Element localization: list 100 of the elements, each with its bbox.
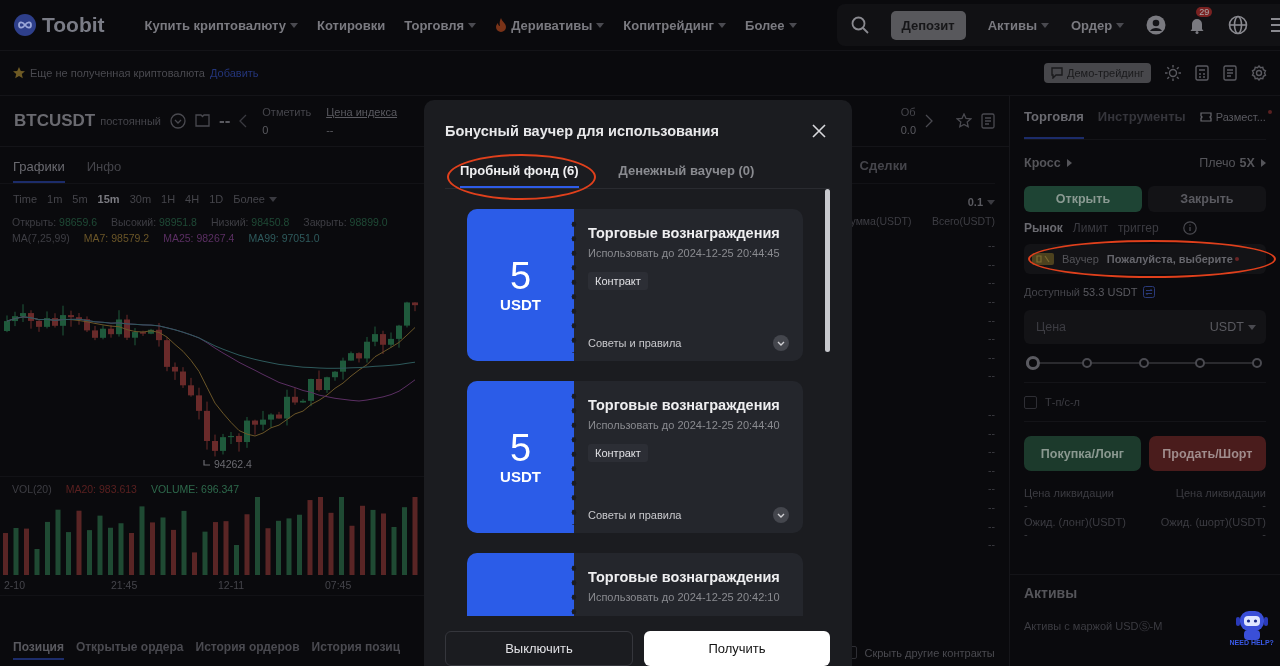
- sun-icon[interactable]: [1165, 65, 1181, 81]
- slider-step-dot[interactable]: [1251, 358, 1262, 368]
- slider-step-dot[interactable]: [1138, 358, 1149, 368]
- user-avatar-icon[interactable]: [1146, 15, 1167, 35]
- interval-option[interactable]: 30m: [129, 193, 152, 205]
- calculator-icon[interactable]: [1195, 65, 1209, 81]
- header-menu[interactable]: Ордер: [1071, 17, 1125, 33]
- trades-tab[interactable]: Сделки: [859, 157, 908, 173]
- panel-tab[interactable]: Размест...: [1199, 96, 1266, 139]
- orders-tab[interactable]: Открытые ордера: [75, 636, 184, 660]
- slider-step-dot[interactable]: [1082, 358, 1093, 368]
- amount-slider[interactable]: [1026, 356, 1262, 370]
- orderbook-cell-text: -: [987, 350, 992, 363]
- voucher-select[interactable]: Ваучер Пожалуйста, выберите: [1024, 244, 1266, 274]
- voucher-tag: Контракт: [588, 443, 648, 462]
- leverage-button[interactable]: Плечо 5X: [1199, 156, 1266, 170]
- globe-icon[interactable]: [1228, 15, 1249, 35]
- price-step-dropdown[interactable]: 0.1: [967, 196, 995, 208]
- rules-link[interactable]: Советы и правила: [588, 508, 682, 521]
- slider-step-dot[interactable]: [1195, 358, 1206, 368]
- stat-value: 0: [262, 124, 270, 136]
- margin-mode-button[interactable]: Кросс: [1024, 156, 1072, 170]
- book-icon[interactable]: [195, 114, 210, 128]
- transfer-icon[interactable]: [1143, 286, 1156, 298]
- buy-long-button[interactable]: Покупка/Лонг: [1024, 436, 1141, 471]
- order-type-tab[interactable]: Рынок: [1024, 221, 1063, 235]
- caret-icon: [269, 196, 277, 202]
- position-side-tab[interactable]: Закрыть: [1147, 186, 1266, 212]
- close-icon[interactable]: [812, 124, 826, 139]
- chevron-left-icon[interactable]: [239, 114, 248, 128]
- search-icon[interactable]: [850, 16, 869, 34]
- orders-tab[interactable]: Позиция: [13, 636, 64, 660]
- add-link[interactable]: Добавить: [209, 67, 259, 79]
- header-menu[interactable]: Активы: [987, 17, 1049, 33]
- nav-menu-item[interactable]: Деривативы: [495, 17, 605, 33]
- star-icon[interactable]: [956, 113, 972, 129]
- voucher-type-tab[interactable]: Пробный фонд (6): [460, 162, 579, 188]
- voucher-title: Торговые вознаграждения: [588, 396, 780, 413]
- voucher-card[interactable]: Торговые вознаграждения Использовать до 2024-12-25 20:42:10: [467, 552, 803, 616]
- voucher-type-tab[interactable]: Денежный ваучер (0): [618, 162, 755, 188]
- interval-option[interactable]: 1m: [47, 193, 63, 205]
- settings-icon[interactable]: [1251, 65, 1267, 81]
- interval-option[interactable]: 1H: [161, 193, 176, 205]
- interval-option[interactable]: Time: [13, 193, 38, 205]
- disable-button[interactable]: Выключить: [445, 631, 633, 666]
- orders-tab[interactable]: История ордеров: [195, 636, 300, 660]
- stat-label: Об: [900, 106, 916, 118]
- document-icon[interactable]: [1223, 65, 1237, 81]
- stat-label: Цена индекса: [326, 106, 397, 118]
- info-icon[interactable]: [1182, 221, 1197, 235]
- time-axis-label: 07:45: [325, 579, 353, 591]
- orderbook-cell-text: -: [987, 408, 992, 421]
- interval-option[interactable]: 4H: [185, 193, 200, 205]
- nav-menu-item[interactable]: Более: [745, 17, 797, 33]
- nav-menu-item[interactable]: Котировки: [317, 17, 386, 33]
- scrollbar[interactable]: [825, 188, 830, 352]
- chart-tab[interactable]: Инфо: [86, 159, 122, 183]
- caret-right-icon: [1260, 159, 1266, 167]
- panel-tab[interactable]: Торговля: [1024, 96, 1084, 139]
- available-balance: Доступный 53.3 USDT: [1024, 286, 1138, 298]
- volume-ma-value: MA20: 983.613: [65, 483, 137, 495]
- interval-option[interactable]: 1D: [209, 193, 224, 205]
- orderbook-cell: -: [991, 332, 995, 345]
- volume-bar: [13, 528, 19, 575]
- checkbox[interactable]: [1024, 395, 1037, 409]
- orderbook-cell-text: -: [987, 295, 992, 308]
- symbol-title: BTCUSDT: [14, 111, 96, 131]
- chevron-right-icon[interactable]: [925, 114, 933, 128]
- orders-tab[interactable]: История позиц: [311, 636, 401, 660]
- unit-dropdown[interactable]: USDT: [1209, 320, 1256, 334]
- orderbook-cell: -: [991, 501, 995, 513]
- volume-bar: [223, 521, 229, 575]
- nav-menu-item[interactable]: Купить криптовалюту: [144, 17, 298, 33]
- orderbook-cell-text: -: [987, 257, 992, 270]
- claim-button[interactable]: Получить: [644, 631, 830, 666]
- logo-text[interactable]: Toobit: [42, 13, 105, 37]
- voucher-expiry: Использовать до 2024-12-25 20:42:10: [588, 590, 780, 603]
- orderbook-cell: -: [991, 276, 995, 289]
- orderbook-cell-text: -: [987, 538, 992, 551]
- nav-menu-item[interactable]: Копитрейдинг: [623, 17, 727, 33]
- orderbook-cell: -: [991, 239, 995, 252]
- chart-tab[interactable]: Графики: [13, 159, 65, 183]
- sell-short-button[interactable]: Продать/Шорт: [1148, 436, 1266, 471]
- nav-menu-item[interactable]: Торговля: [404, 17, 477, 33]
- voucher-card[interactable]: 5 USDT Торговые вознаграждения Использовать до 2024-12-25 20:44:40 Контракт Советы и правила: [467, 380, 803, 533]
- chevron-down-icon[interactable]: [773, 506, 789, 523]
- volume-bar: [24, 528, 29, 575]
- document-icon[interactable]: [981, 113, 995, 129]
- voucher-card[interactable]: 5 USDT Торговые вознаграждения Использовать до 2024-12-25 20:44:45 Контракт Советы и правила: [467, 208, 803, 361]
- more-intervals-dropdown[interactable]: Более: [233, 193, 277, 205]
- interval-option[interactable]: 5m: [72, 193, 88, 205]
- position-side-tab[interactable]: Открыть: [1024, 186, 1142, 212]
- stat-label: Отметить: [262, 106, 312, 118]
- chevron-circle-icon[interactable]: [170, 113, 186, 129]
- chevron-down-icon[interactable]: [773, 334, 789, 351]
- deposit-button[interactable]: Депозит: [890, 10, 966, 40]
- slider-thumb[interactable]: [1026, 356, 1040, 370]
- rules-link[interactable]: Советы и правила: [588, 336, 682, 349]
- interval-option[interactable]: 15m: [97, 193, 120, 205]
- notification-dot: [1267, 110, 1272, 114]
